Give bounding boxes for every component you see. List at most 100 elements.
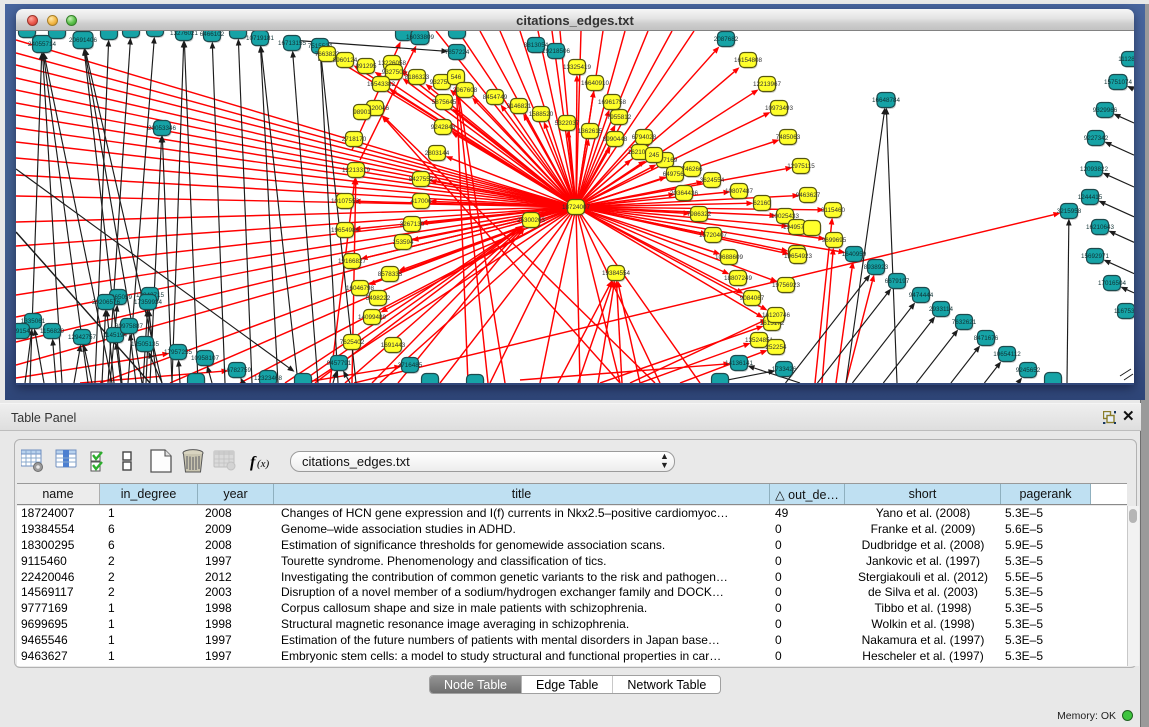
svg-text:9146821: 9146821: [507, 103, 532, 110]
svg-text:19756923: 19756923: [772, 282, 801, 289]
svg-text:153594: 153594: [392, 239, 414, 246]
svg-text:1362615: 1362615: [578, 128, 603, 135]
svg-text:10107553: 10107553: [331, 198, 360, 205]
svg-text:20364436: 20364436: [670, 190, 699, 197]
svg-text:8990448: 8990448: [603, 136, 628, 143]
svg-text:6679197: 6679197: [885, 278, 910, 285]
svg-text:15692971: 15692971: [1081, 253, 1110, 260]
svg-text:2087682: 2087682: [714, 36, 739, 43]
svg-text:98901: 98901: [353, 109, 371, 116]
svg-text:17359934: 17359934: [134, 299, 163, 306]
svg-text:7955812: 7955812: [607, 114, 632, 121]
svg-text:7632621: 7632621: [952, 319, 977, 326]
svg-text:9227342: 9227342: [1084, 135, 1109, 142]
svg-text:2967608: 2967608: [453, 87, 478, 94]
svg-text:417006: 417006: [410, 198, 432, 205]
svg-text:12323468: 12323468: [254, 375, 283, 382]
svg-text:25300203: 25300203: [517, 217, 546, 224]
svg-text:12942757: 12942757: [68, 334, 97, 341]
svg-text:2718170: 2718170: [342, 136, 367, 143]
svg-text:20691406: 20691406: [69, 37, 98, 44]
svg-text:24055714: 24055714: [28, 41, 57, 48]
svg-text:9463627: 9463627: [796, 192, 821, 199]
svg-text:19166827: 19166827: [338, 258, 367, 265]
svg-text:1112854: 1112854: [1118, 56, 1134, 63]
svg-text:245: 245: [649, 152, 660, 159]
svg-text:8186323: 8186323: [405, 74, 430, 81]
svg-text:8938923: 8938923: [864, 264, 889, 271]
svg-text:16210643: 16210643: [1086, 224, 1115, 231]
svg-text:252254: 252254: [765, 344, 787, 351]
svg-text:12505135: 12505135: [131, 341, 160, 348]
svg-text:9115460: 9115460: [821, 207, 846, 214]
svg-text:5875645: 5875645: [432, 99, 457, 106]
svg-text:7986322: 7986322: [687, 211, 712, 218]
svg-text:3267130: 3267130: [400, 221, 425, 228]
svg-text:16713155: 16713155: [278, 40, 307, 47]
svg-text:16033809: 16033809: [406, 34, 435, 41]
svg-text:16154808: 16154808: [734, 57, 763, 64]
svg-text:6466102: 6466102: [200, 31, 225, 38]
svg-text:3716485: 3716485: [398, 362, 423, 369]
svg-text:19218506: 19218506: [542, 48, 571, 55]
svg-text:16961758: 16961758: [598, 99, 627, 106]
svg-text:12213319: 12213319: [342, 167, 371, 174]
svg-text:12975115: 12975115: [787, 163, 815, 170]
svg-text:2803144: 2803144: [425, 150, 450, 157]
svg-text:9474444: 9474444: [909, 292, 934, 299]
svg-text:18724007: 18724007: [562, 204, 591, 211]
svg-text:10973493: 10973493: [765, 105, 794, 112]
svg-text:19654984: 19654984: [331, 227, 360, 234]
svg-text:8427552: 8427552: [409, 176, 434, 183]
svg-text:13276021: 13276021: [170, 31, 199, 37]
svg-text:9327503: 9327503: [382, 69, 407, 76]
svg-text:8454749: 8454749: [483, 94, 508, 101]
svg-text:2933114: 2933114: [929, 306, 954, 313]
svg-text:16782759: 16782759: [223, 367, 252, 374]
svg-text:8471676: 8471676: [974, 335, 999, 342]
svg-text:15751074: 15751074: [1104, 79, 1133, 86]
svg-text:5322037: 5322037: [555, 120, 580, 127]
svg-text:9457791: 9457791: [327, 360, 352, 367]
svg-text:19654923: 19654923: [784, 253, 813, 260]
svg-text:1167533: 1167533: [1114, 308, 1134, 315]
svg-text:9242848: 9242848: [431, 124, 456, 131]
svg-text:20206576: 20206576: [92, 299, 121, 306]
svg-text:3624554: 3624554: [700, 177, 725, 184]
svg-text:8578333: 8578333: [378, 271, 403, 278]
svg-text:1733426: 1733426: [772, 366, 797, 373]
svg-text:30975887: 30975887: [115, 323, 144, 330]
svg-text:9329966: 9329966: [1093, 107, 1118, 114]
svg-text:7485063: 7485063: [776, 134, 801, 141]
svg-text:10688609: 10688609: [715, 254, 744, 261]
svg-text:891295: 891295: [355, 63, 377, 70]
svg-text:12213967: 12213967: [753, 81, 782, 88]
svg-text:(x): (x): [257, 458, 270, 470]
svg-text:10958107: 10958107: [191, 355, 220, 362]
svg-text:546: 546: [451, 74, 462, 81]
svg-text:1244415: 1244415: [1078, 194, 1103, 201]
svg-text:1640959: 1640959: [842, 251, 867, 258]
svg-text:1588520: 1588520: [529, 111, 554, 118]
svg-text:13325419: 13325419: [563, 64, 592, 71]
svg-text:17957255: 17957255: [164, 349, 193, 356]
svg-text:62160: 62160: [753, 200, 771, 207]
svg-text:5498222: 5498222: [366, 295, 391, 302]
svg-text:3215958: 3215958: [1057, 208, 1082, 215]
svg-text:10807487: 10807487: [725, 188, 754, 195]
svg-text:19384554: 19384554: [602, 270, 631, 277]
svg-text:1156829: 1156829: [40, 328, 65, 335]
svg-text:20053346: 20053346: [148, 125, 177, 132]
svg-text:16046798: 16046798: [346, 285, 375, 292]
svg-text:7625402: 7625402: [340, 339, 365, 346]
svg-text:16648784: 16648784: [872, 97, 901, 104]
svg-text:7857224: 7857224: [445, 49, 470, 56]
svg-text:18807249: 18807249: [724, 275, 753, 282]
svg-text:6794028: 6794028: [632, 134, 657, 141]
svg-text:8960124: 8960124: [333, 57, 358, 64]
svg-text:f: f: [250, 454, 257, 471]
svg-text:9699695: 9699695: [822, 237, 847, 244]
svg-text:746266: 746266: [681, 166, 703, 173]
svg-text:10654112: 10654112: [993, 351, 1021, 358]
svg-text:14099489: 14099489: [358, 314, 387, 321]
